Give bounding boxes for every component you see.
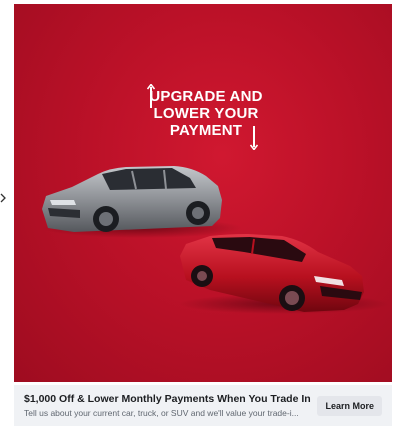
page: UPGRADE AND LOWER YOUR PAYMENT $1,000 Of… [0,0,393,435]
ad-image[interactable]: UPGRADE AND LOWER YOUR PAYMENT [14,4,392,382]
ad-card[interactable]: UPGRADE AND LOWER YOUR PAYMENT $1,000 Of… [14,4,392,426]
chevron-right-icon[interactable] [0,193,6,203]
ad-footer: $1,000 Off & Lower Monthly Payments When… [14,385,392,426]
red-sedan [179,234,389,314]
learn-more-button[interactable]: Learn More [317,396,382,416]
silver-sedan [42,166,242,238]
cars-illustration [42,166,389,314]
ad-title[interactable]: $1,000 Off & Lower Monthly Payments When… [24,393,314,405]
ad-description: Tell us about your current car, truck, o… [24,408,299,418]
